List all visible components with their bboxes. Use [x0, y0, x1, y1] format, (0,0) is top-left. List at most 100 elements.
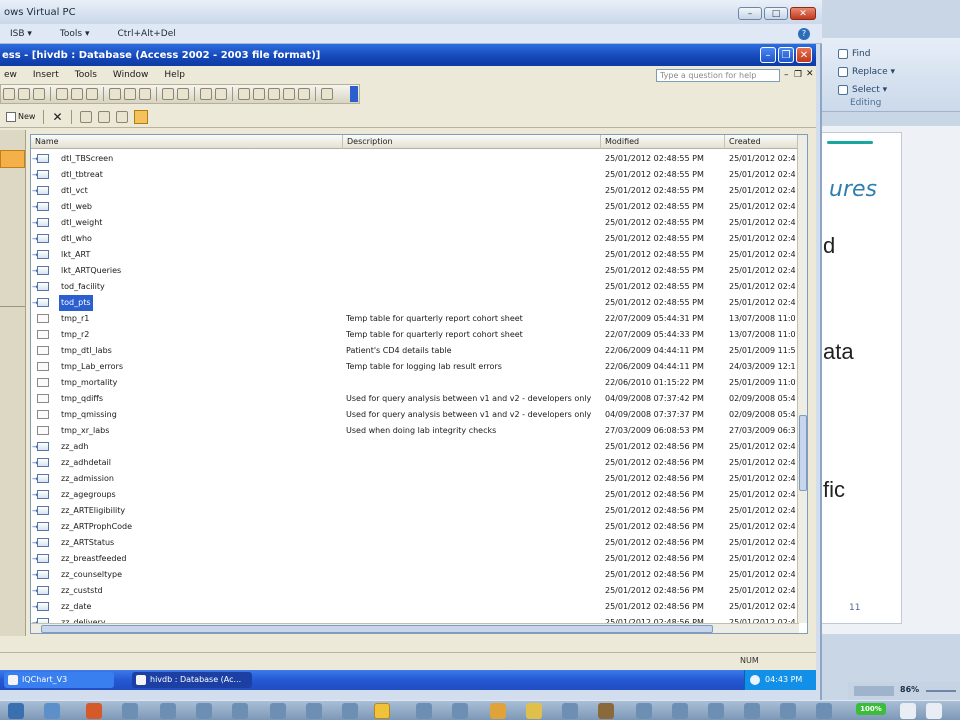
table-row[interactable]: lkt_ARTQueries 25/01/2012 02:48:55 PM 25/0…	[31, 263, 799, 279]
spelling-icon[interactable]	[86, 88, 98, 100]
app-icon[interactable]	[526, 703, 542, 719]
table-row[interactable]: tmp_mortality 22/06/2010 01:15:22 PM 25/01…	[31, 375, 799, 391]
horizontal-scrollbar[interactable]	[31, 623, 799, 633]
horizontal-scroll-thumb[interactable]	[41, 625, 713, 633]
app-icon[interactable]	[490, 703, 506, 719]
app-icon[interactable]	[780, 703, 796, 719]
table-row[interactable]: zz_date 25/01/2012 02:48:56 PM 25/01/2012 …	[31, 599, 799, 615]
battery-icon[interactable]	[900, 703, 916, 719]
zoom-slider[interactable]	[926, 690, 956, 692]
redo-icon[interactable]	[177, 88, 189, 100]
code-icon[interactable]	[238, 88, 250, 100]
slide[interactable]: ures d ata fic 11	[820, 132, 902, 624]
open-icon[interactable]	[18, 88, 30, 100]
undo-icon[interactable]	[162, 88, 174, 100]
app-icon[interactable]	[342, 703, 358, 719]
cut-icon[interactable]	[109, 88, 121, 100]
copy-icon[interactable]	[124, 88, 136, 100]
app-icon[interactable]	[452, 703, 468, 719]
replace-button[interactable]: Replace ▾	[838, 64, 895, 80]
table-row[interactable]: lkt_ART 25/01/2012 02:48:55 PM 25/01/2012 …	[31, 247, 799, 263]
new-object-button[interactable]: New	[6, 110, 35, 124]
vpc-menu-ctrl-alt-del[interactable]: Ctrl+Alt+Del	[117, 29, 175, 39]
save-icon[interactable]	[33, 88, 45, 100]
help-icon[interactable]	[321, 88, 333, 100]
vpc-minimize-button[interactable]: –	[738, 7, 762, 20]
column-header-created[interactable]: Created	[725, 135, 799, 149]
app-icon[interactable]	[598, 703, 614, 719]
small-icons-view-icon[interactable]	[97, 110, 110, 123]
access-minimize-button[interactable]: –	[760, 47, 776, 63]
select-button[interactable]: Select ▾	[838, 82, 887, 98]
column-header-description[interactable]: Description	[343, 135, 601, 149]
app-icon[interactable]	[562, 703, 578, 719]
properties-icon[interactable]	[268, 88, 280, 100]
table-row[interactable]: tmp_r2 Temp table for quarterly report co…	[31, 327, 799, 343]
table-row[interactable]: tmp_qdiffs Used for query analysis betwee…	[31, 391, 799, 407]
table-row[interactable]: zz_ARTProphCode 25/01/2012 02:48:56 PM 25/…	[31, 519, 799, 535]
vpc-menu-usb[interactable]: ISB ▾	[10, 29, 32, 39]
app-icon[interactable]	[306, 703, 322, 719]
app-icon[interactable]	[122, 703, 138, 719]
table-row[interactable]: zz_counseltype 25/01/2012 02:48:56 PM 25/0…	[31, 567, 799, 583]
vpc-menu-tools[interactable]: Tools ▾	[60, 29, 90, 39]
large-icons-view-icon[interactable]	[79, 110, 92, 123]
toolbar-options-handle[interactable]	[350, 86, 358, 102]
menu-window[interactable]: Window	[113, 70, 149, 80]
app-icon[interactable]	[708, 703, 724, 719]
app-icon[interactable]	[270, 703, 286, 719]
vpc-close-button[interactable]: ✕	[790, 7, 816, 20]
table-row[interactable]: zz_ARTStatus 25/01/2012 02:48:56 PM 25/01/…	[31, 535, 799, 551]
menu-tools[interactable]: Tools	[75, 70, 97, 80]
table-row[interactable]: zz_agegroups 25/01/2012 02:48:56 PM 25/01/…	[31, 487, 799, 503]
app-icon[interactable]	[196, 703, 212, 719]
analyze-icon[interactable]	[215, 88, 227, 100]
access-close-button[interactable]: ✕	[796, 47, 812, 63]
app-icon[interactable]	[232, 703, 248, 719]
volume-icon[interactable]	[926, 703, 942, 719]
office-links-icon[interactable]	[200, 88, 212, 100]
print-preview-icon[interactable]	[71, 88, 83, 100]
table-row[interactable]: tmp_xr_labs Used when doing lab integrity…	[31, 423, 799, 439]
app-icon[interactable]	[636, 703, 652, 719]
table-row[interactable]: zz_ARTEligibility 25/01/2012 02:48:56 PM 2…	[31, 503, 799, 519]
details-view-icon[interactable]	[133, 109, 148, 124]
script-icon[interactable]	[253, 88, 265, 100]
mdi-restore-icon[interactable]: ❐	[794, 70, 802, 80]
vertical-scrollbar[interactable]	[797, 135, 807, 623]
mdi-minimize-icon[interactable]: –	[784, 70, 789, 80]
table-row[interactable]: dtl_who 25/01/2012 02:48:55 PM 25/01/2012 …	[31, 231, 799, 247]
delete-icon[interactable]: ✕	[52, 110, 62, 124]
column-header-modified[interactable]: Modified	[601, 135, 725, 149]
new-object-icon[interactable]	[298, 88, 310, 100]
table-row[interactable]: zz_admission 25/01/2012 02:48:56 PM 25/01/…	[31, 471, 799, 487]
help-icon[interactable]: ?	[798, 28, 810, 40]
app-icon[interactable]	[816, 703, 832, 719]
table-row[interactable]: zz_custstd 25/01/2012 02:48:56 PM 25/01/20…	[31, 583, 799, 599]
start-icon[interactable]	[8, 703, 24, 719]
menu-view[interactable]: ew	[4, 70, 17, 80]
table-row[interactable]: tmp_qmissing Used for query analysis betw…	[31, 407, 799, 423]
mdi-close-icon[interactable]: ✕	[806, 69, 814, 79]
table-row[interactable]: tmp_r1 Temp table for quarterly report co…	[31, 311, 799, 327]
app-icon[interactable]	[672, 703, 688, 719]
relationships-icon[interactable]	[283, 88, 295, 100]
access-restore-button[interactable]: ❐	[778, 47, 794, 63]
ask-question-input[interactable]: Type a question for help	[656, 69, 780, 82]
taskbar-button-hivdb[interactable]: hivdb : Database (Ac...	[132, 672, 252, 688]
table-row[interactable]: dtl_tbtreat 25/01/2012 02:48:55 PM 25/01/2…	[31, 167, 799, 183]
table-row[interactable]: tmp_dtl_labs Patient's CD4 details table 2…	[31, 343, 799, 359]
list-view-icon[interactable]	[115, 110, 128, 123]
new-icon[interactable]	[3, 88, 15, 100]
table-row[interactable]: dtl_TBScreen 25/01/2012 02:48:55 PM 25/01/…	[31, 151, 799, 167]
table-row[interactable]: dtl_weight 25/01/2012 02:48:55 PM 25/01/20…	[31, 215, 799, 231]
table-row[interactable]: dtl_web 25/01/2012 02:48:55 PM 25/01/2012 …	[31, 199, 799, 215]
table-row[interactable]: zz_breastfeeded 25/01/2012 02:48:56 PM 25/…	[31, 551, 799, 567]
zoom-level[interactable]: 86%	[900, 685, 919, 694]
table-row[interactable]: tmp_Lab_errors Temp table for logging lab…	[31, 359, 799, 375]
paste-icon[interactable]	[139, 88, 151, 100]
taskbar-button-iqchart[interactable]: IQChart_V3	[4, 672, 114, 688]
table-row[interactable]: zz_adhdetail 25/01/2012 02:48:56 PM 25/01/…	[31, 455, 799, 471]
table-row[interactable]: zz_adh 25/01/2012 02:48:56 PM 25/01/2012 0…	[31, 439, 799, 455]
table-row[interactable]: tod_pts 25/01/2012 02:48:55 PM 25/01/2012 …	[31, 295, 799, 311]
